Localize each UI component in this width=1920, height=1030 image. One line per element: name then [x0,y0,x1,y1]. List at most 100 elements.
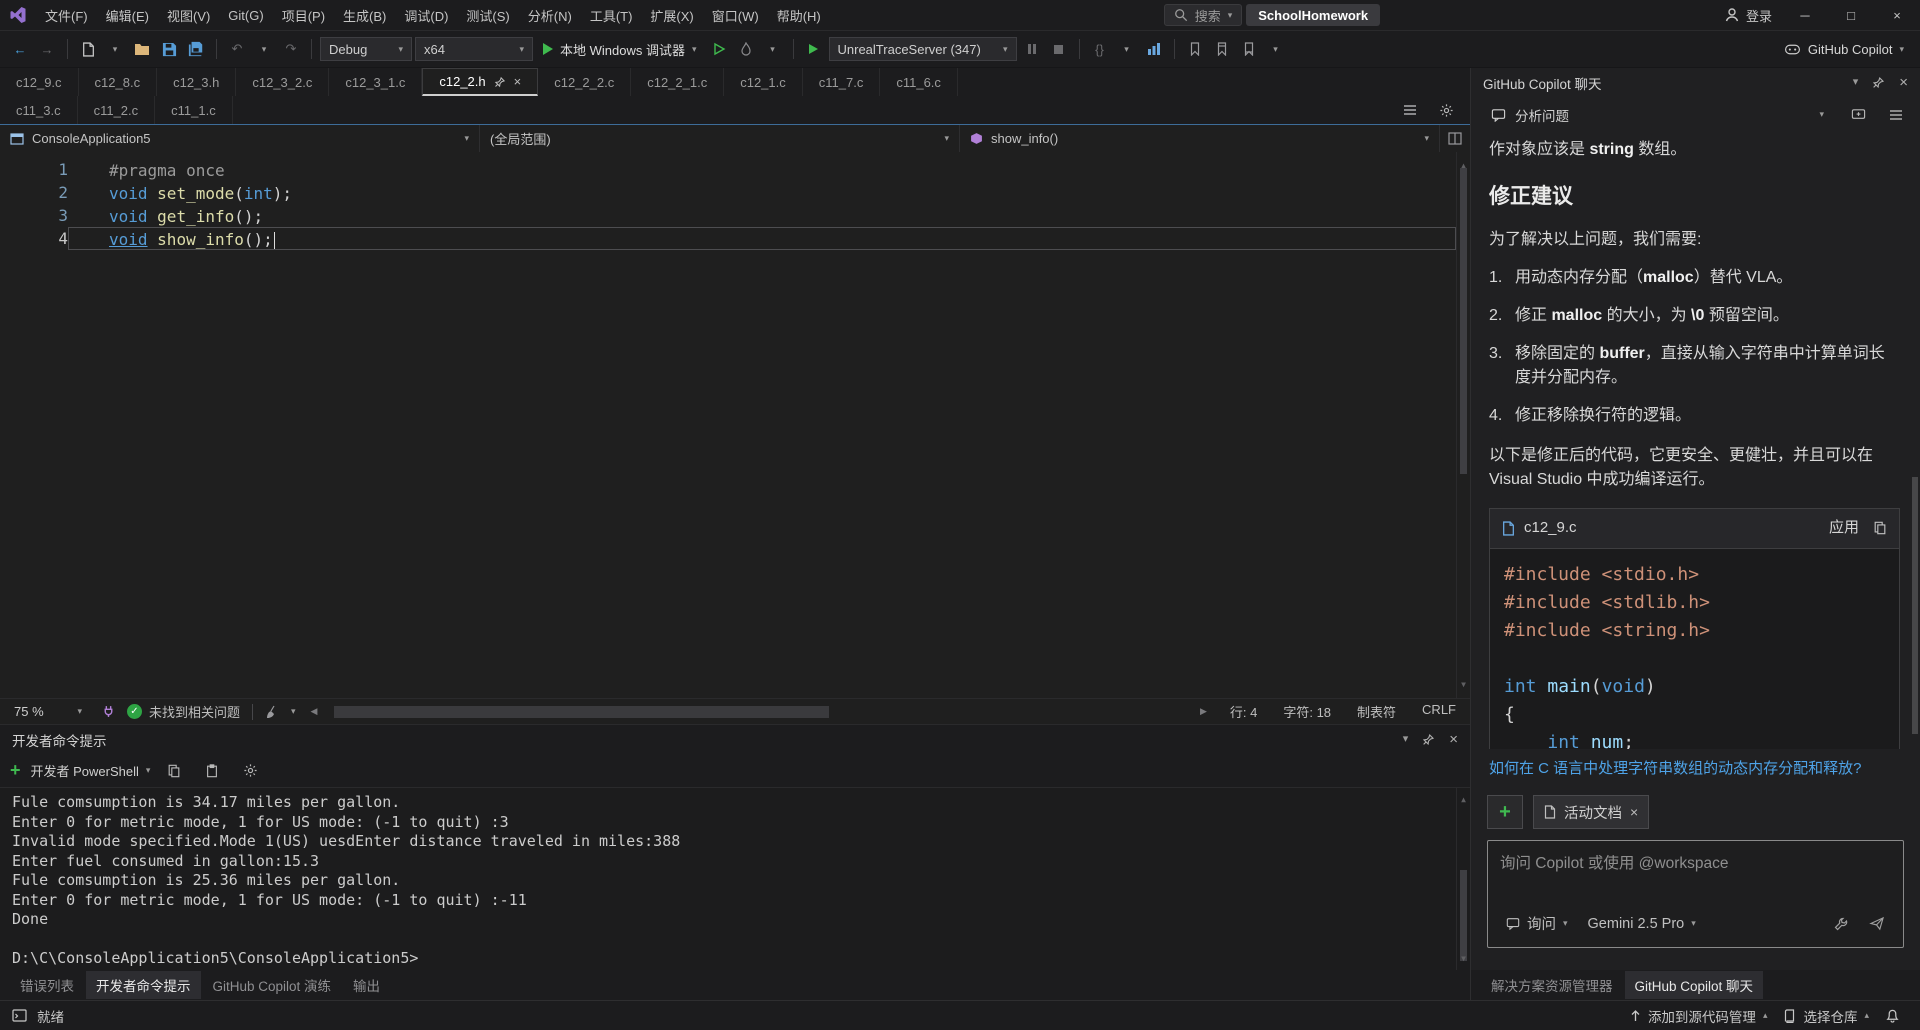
panel-tab[interactable]: GitHub Copilot 演练 [203,971,342,999]
document-tab[interactable]: c11_3.c [0,96,78,124]
pin-icon[interactable] [1872,76,1885,89]
navigate-forward-icon[interactable]: → [35,36,59,62]
indent-indicator[interactable]: 制表符 [1357,702,1396,721]
chevron-down-icon[interactable]: ▾ [1403,734,1409,745]
document-tab[interactable]: c12_3_2.c [236,68,330,96]
horizontal-scrollbar[interactable] [332,699,1184,724]
bookmarks-chevron-icon[interactable]: ▾ [1264,36,1288,62]
solution-name[interactable]: SchoolHomework [1246,4,1381,26]
scroll-down-icon[interactable]: ▼ [1457,949,1470,969]
editor-vertical-scrollbar[interactable]: ▲ ▼ [1456,152,1470,698]
github-copilot-button[interactable]: GitHub Copilot ▾ [1776,36,1912,62]
document-tab[interactable]: c12_9.c [0,68,79,96]
terminal-scrollbar[interactable]: ▲ ▼ [1456,788,1470,970]
member-select[interactable]: show_info() ▾ [960,125,1440,152]
tab-settings-gear-icon[interactable] [1432,97,1460,123]
menu-item[interactable]: 项目(P) [273,0,334,30]
panel-tab[interactable]: 输出 [343,971,390,999]
chat-history-icon[interactable] [1882,102,1910,128]
hot-reload-icon[interactable] [734,36,758,62]
document-health-icon[interactable] [102,705,115,718]
chevron-down-icon[interactable]: ▾ [1853,77,1859,88]
menu-item[interactable]: 帮助(H) [768,0,830,30]
sign-in-button[interactable]: 登录 [1714,0,1782,30]
minimize-button[interactable]: ─ [1782,0,1828,30]
menu-item[interactable]: 生成(B) [334,0,395,30]
document-list-icon[interactable] [1396,97,1424,123]
save-all-icon[interactable] [184,36,208,62]
model-select[interactable]: Gemini 2.5 Pro ▾ [1582,913,1702,935]
previous-bookmark-icon[interactable] [1210,36,1234,62]
undo-chevron-icon[interactable]: ▾ [252,36,276,62]
document-tab[interactable]: c12_1.c [724,68,803,96]
project-select[interactable]: ConsoleApplication5 ▾ [0,125,480,152]
thread-select[interactable]: 分析问题 ▾ [1481,102,1834,128]
line-indicator[interactable]: 行: 4 [1230,702,1257,721]
menu-item[interactable]: 测试(S) [457,0,518,30]
split-editor-icon[interactable] [1440,125,1470,152]
open-folder-icon[interactable] [130,36,154,62]
apply-button[interactable]: 应用 [1829,516,1859,540]
terminal-settings-gear-icon[interactable] [236,758,264,784]
document-tab[interactable]: c11_1.c [155,96,233,124]
start-without-debugging-icon[interactable] [707,36,731,62]
add-to-source-control-button[interactable]: 添加到源代码管理 ▴ [1622,1001,1776,1030]
terminal-panel-header[interactable]: 开发者命令提示 ▾ × [0,724,1470,754]
search-box[interactable]: 搜索 ▾ [1163,4,1243,26]
stop-icon[interactable] [1047,36,1071,62]
hot-reload-chevron-icon[interactable]: ▾ [761,36,785,62]
scrollbar-thumb[interactable] [1912,476,1918,735]
next-bookmark-icon[interactable] [1237,36,1261,62]
close-window-button[interactable]: × [1874,0,1920,30]
menu-item[interactable]: 窗口(W) [703,0,768,30]
document-tab[interactable]: c12_3_1.c [329,68,423,96]
select-repository-button[interactable]: 选择仓库 ▴ [1775,1001,1877,1030]
copy-code-icon[interactable] [1873,521,1887,535]
code-line[interactable]: 2 void set_mode(int); [0,181,1456,204]
pin-icon[interactable] [1422,733,1435,746]
new-chat-icon[interactable] [1844,102,1872,128]
close-tab-icon[interactable]: × [514,74,522,89]
eol-indicator[interactable]: CRLF [1422,702,1456,721]
new-file-chevron-icon[interactable]: ▾ [103,36,127,62]
chat-input[interactable]: 询问 Copilot 或使用 @workspace 询问 ▾ Gemini 2.… [1487,840,1904,949]
menu-item[interactable]: 编辑(E) [97,0,158,30]
bookmark-icon[interactable] [1183,36,1207,62]
undo-icon[interactable]: ↶ [225,36,249,62]
panel-tab[interactable]: 解决方案资源管理器 [1481,971,1623,999]
menu-item[interactable]: 文件(F) [36,0,97,30]
document-tab[interactable]: c11_7.c [803,68,881,96]
panel-tab[interactable]: 错误列表 [10,971,84,999]
pin-icon[interactable] [494,76,506,88]
new-file-icon[interactable] [76,36,100,62]
diagnostics-chart-icon[interactable] [1142,36,1166,62]
shell-select[interactable]: 开发者 PowerShell ▾ [31,761,151,780]
pause-icon[interactable] [1020,36,1044,62]
redo-icon[interactable]: ↷ [279,36,303,62]
code-cleanup-chevron-icon[interactable]: ▾ [291,707,296,716]
trace-server-select[interactable]: UnrealTraceServer (347) ▾ [828,37,1017,61]
code-editor[interactable]: 1 #pragma once 2 void set_mode(int); 3 void g… [0,152,1470,698]
scroll-right-icon[interactable]: ▶ [1197,706,1210,717]
code-line[interactable]: 1 #pragma once [0,158,1456,181]
zoom-select[interactable]: 75 % ▾ [6,701,90,723]
menu-item[interactable]: Git(G) [219,0,272,30]
document-tab[interactable]: c11_2.c [78,96,156,124]
menu-item[interactable]: 调试(D) [395,0,457,30]
maximize-button[interactable]: □ [1828,0,1874,30]
paste-icon[interactable] [198,758,226,784]
document-tab[interactable]: c12_8.c [79,68,158,96]
scope-select[interactable]: (全局范围) ▾ [480,125,960,152]
chat-scrollbar[interactable] [1910,134,1919,747]
run-target-play-icon[interactable] [802,36,826,62]
scroll-up-icon[interactable]: ▲ [1457,790,1470,810]
tools-icon[interactable] [1827,911,1855,937]
braces-chevron-icon[interactable]: ▾ [1115,36,1139,62]
start-debugging-button[interactable]: 本地 Windows 调试器 ▾ [536,36,704,62]
menu-item[interactable]: 视图(V) [158,0,219,30]
panel-tab[interactable]: GitHub Copilot 聊天 [1624,971,1764,1000]
document-tab[interactable]: c12_2.h × [422,68,539,96]
braces-icon[interactable]: {} [1088,36,1112,62]
notifications-bell-icon[interactable] [1877,1001,1908,1030]
add-context-button[interactable]: + [1487,795,1523,830]
